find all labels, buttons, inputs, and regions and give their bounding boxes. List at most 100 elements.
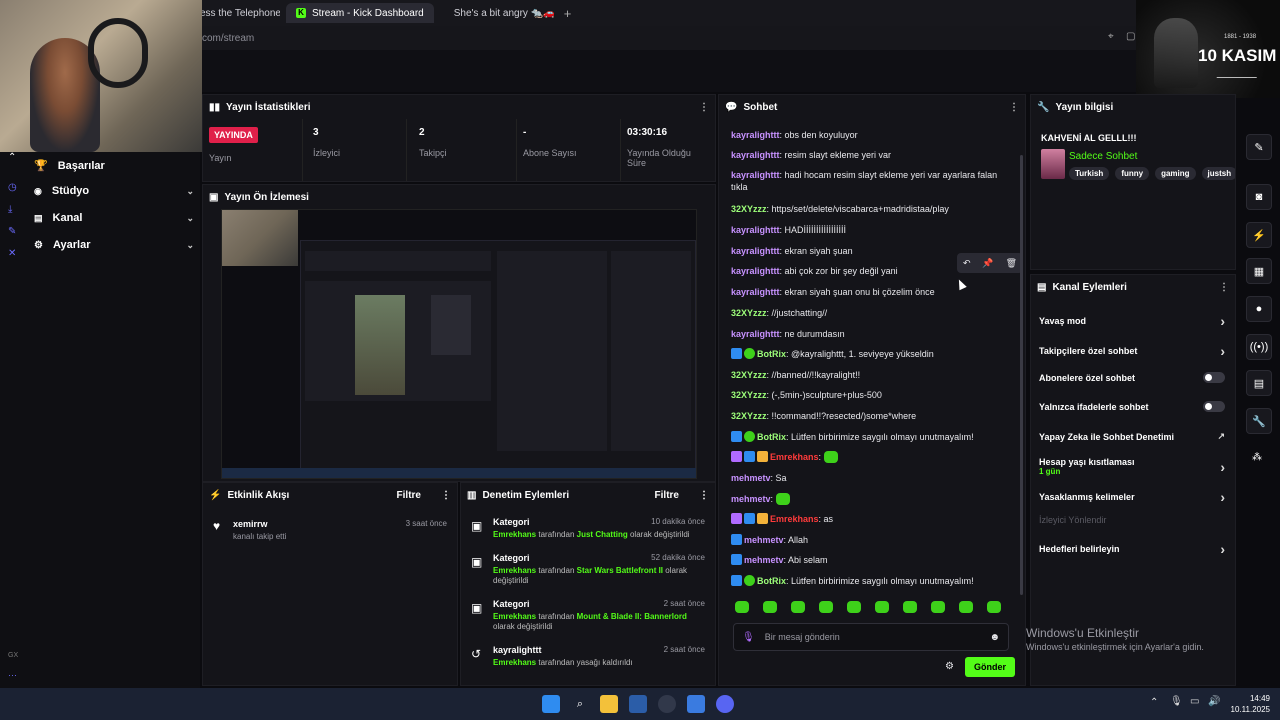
chat-username[interactable]: 32XYzzz [731,204,767,214]
send-button[interactable]: Gönder [965,657,1015,677]
stream-tag[interactable]: Turkish [1069,167,1110,180]
pin-icon[interactable]: 📌 [982,258,993,269]
window-icon[interactable]: ▢ [1126,31,1135,42]
chat-username[interactable]: 32XYzzz [731,390,767,400]
browser-tab-active[interactable]: K Stream - Kick Dashboard [286,3,434,23]
scrollbar[interactable] [1020,155,1023,595]
chat-username[interactable]: kayralighttt [731,130,780,140]
steam-icon[interactable] [658,695,676,713]
stream-tag[interactable]: justsh [1201,167,1235,180]
channel-action-item[interactable]: İzleyici Yönlendir [1039,515,1225,525]
volume-icon[interactable]: 🔊 [1208,696,1220,707]
share-icon[interactable]: ⁂ [1252,452,1262,463]
more-icon[interactable]: ··· [8,670,17,680]
more-icon[interactable]: ⋮ [699,490,709,501]
chat-username[interactable]: 32XYzzz [731,370,767,380]
chat-username[interactable]: mehmetv [744,555,784,565]
app-icon[interactable] [687,695,705,713]
wrench-icon[interactable]: 🔧 [1246,408,1272,434]
emote-icon[interactable] [791,601,805,613]
chat-username[interactable]: Emrekhans [770,514,819,524]
toggle-switch[interactable] [1203,372,1225,383]
broadcast-icon[interactable]: ((•)) [1246,334,1272,360]
emote-icon[interactable] [735,601,749,613]
edit-icon[interactable]: ✎ [1246,134,1272,160]
emote-icon[interactable] [763,601,777,613]
emoji-icon[interactable]: ☻ [989,632,1000,643]
chat-username[interactable]: Emrekhans [770,452,819,462]
new-tab-icon[interactable]: + [564,6,572,21]
chat-username[interactable]: kayralighttt [731,246,780,256]
address-bar[interactable]: com/stream ⌖ ▢ [200,26,1280,50]
chat-username[interactable]: kayralighttt [731,329,780,339]
chevron-right-icon[interactable]: › [1220,489,1225,505]
chat-input[interactable]: 🎙 Bir mesaj gönderin ☻ [733,623,1009,651]
activity-user[interactable]: xemirrw [233,519,268,529]
reply-icon[interactable]: ↶ [963,258,971,269]
edit-icon[interactable]: ✎ [8,226,16,237]
emote-icon[interactable] [903,601,917,613]
chevron-right-icon[interactable]: › [1220,343,1225,359]
mic-icon[interactable]: 🎙 [1170,696,1183,707]
category-name[interactable]: Sadece Sohbet [1069,151,1137,162]
sidebar-item-basarilar[interactable]: 🏆 Başarılar [34,159,194,173]
delete-icon[interactable]: 🗑 [1006,258,1017,269]
chat-username[interactable]: BotRix [757,576,786,586]
chat-username[interactable]: mehmetv [731,473,771,483]
sidebar-rail-icon[interactable]: ⌃ [8,152,16,163]
chat-username[interactable]: BotRix [757,349,786,359]
chevron-up-icon[interactable]: ⌃ [1150,697,1158,708]
moderation-target[interactable]: Star Wars Battlefront II [577,566,663,575]
chat-username[interactable]: 32XYzzz [731,411,767,421]
emote-icon[interactable] [931,601,945,613]
channel-action-item[interactable]: Takipçilere özel sohbet › [1039,343,1225,359]
emote-icon[interactable] [987,601,1001,613]
chat-username[interactable]: 32XYzzz [731,308,767,318]
toggle-switch[interactable] [1203,401,1225,412]
stream-tag[interactable]: funny [1115,167,1150,180]
chevron-right-icon[interactable]: › [1220,541,1225,557]
pin-icon[interactable]: ⌖ [1108,31,1114,42]
channel-action-item[interactable]: Abonelere özel sohbet [1039,372,1225,383]
clock[interactable]: 14:49 10.11.2025 [1226,693,1270,715]
network-icon[interactable]: ▭ [1190,696,1199,707]
more-icon[interactable]: ⋮ [1009,102,1019,113]
layout-icon[interactable]: ▤ [1246,370,1272,396]
channel-action-item[interactable]: Hesap yaşı kısıtlaması 1 gün › [1039,457,1225,476]
sidebar-item-ayarlar[interactable]: ⚙ Ayarlar ⌄ [34,239,194,251]
chat-username[interactable]: kayralighttt [731,150,780,160]
emote-icon[interactable] [875,601,889,613]
chat-username[interactable]: mehmetv [731,494,771,504]
chat-username[interactable]: kayralighttt [731,287,780,297]
chat-bubble-icon[interactable]: ● [1246,296,1272,322]
clock-icon[interactable]: ◷ [8,182,17,193]
channel-action-item[interactable]: Yasaklanmış kelimeler › [1039,489,1225,505]
camera-icon[interactable]: ◙ [1246,184,1272,210]
browser-tab[interactable]: She's a bit angry 🐀🚗 | [438,3,554,23]
moderation-actor[interactable]: Emrekhans [493,530,536,539]
browser-tab[interactable]: ess the Telephone [196,3,280,23]
channel-action-item[interactable]: Yapay Zeka ile Sohbet Denetimi ↗ [1039,431,1225,442]
filter-button[interactable]: Filtre [655,490,679,501]
channel-action-item[interactable]: Yavaş mod › [1039,313,1225,329]
folder-icon[interactable] [600,695,618,713]
search-icon[interactable]: ⌕ [571,695,589,713]
sidebar-item-studyo[interactable]: ◉ Stüdyo ⌄ [34,185,194,197]
chat-username[interactable]: kayralighttt [731,225,780,235]
chat-username[interactable]: BotRix [757,432,786,442]
emote-icon[interactable] [819,601,833,613]
sidebar-item-kanal[interactable]: ▤ Kanal ⌄ [34,212,194,224]
tools-icon[interactable]: ✕ [8,248,16,259]
app-icon[interactable] [629,695,647,713]
mic-icon[interactable]: 🎙 [742,632,755,643]
chevron-right-icon[interactable]: › [1220,459,1225,475]
clipboard-icon[interactable]: ▦ [1246,258,1272,284]
moderation-actor[interactable]: Emrekhans [493,658,536,667]
stream-tag[interactable]: gaming [1155,167,1196,180]
chat-username[interactable]: kayralighttt [731,266,780,276]
more-icon[interactable]: ⋮ [441,490,451,501]
moderation-target[interactable]: Mount & Blade II: Bannerlord [577,612,687,621]
download-icon[interactable]: ⤓ [8,204,12,215]
filter-button[interactable]: Filtre [397,490,421,501]
emote-icon[interactable] [847,601,861,613]
